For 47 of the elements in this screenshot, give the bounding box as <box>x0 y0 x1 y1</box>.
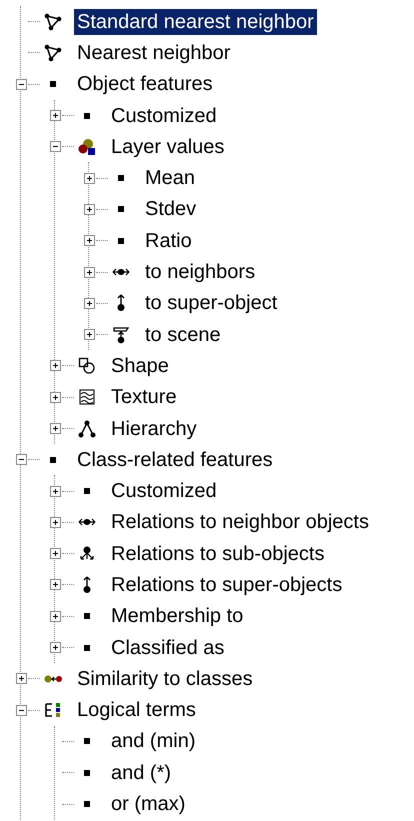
tree-item[interactable]: Texture <box>108 384 180 410</box>
tree-item[interactable]: Class-related features <box>74 446 276 473</box>
tree-item[interactable]: Stdev <box>142 196 200 222</box>
expander-toggle[interactable] <box>16 454 26 466</box>
expander-toggle[interactable] <box>84 204 94 215</box>
expander-toggle[interactable] <box>84 298 94 309</box>
tree-item[interactable]: Classified as <box>108 634 228 661</box>
expander-toggle[interactable] <box>84 235 94 246</box>
expander-toggle[interactable] <box>16 704 26 716</box>
expander-toggle[interactable] <box>16 78 26 90</box>
tree-item[interactable]: Shape <box>108 352 172 379</box>
tree-item[interactable]: Ratio <box>142 228 195 254</box>
expander-toggle[interactable] <box>50 579 60 590</box>
tree-item[interactable]: Relations to super-objects <box>108 572 346 598</box>
tree-item[interactable]: to neighbors <box>142 259 258 286</box>
tree-item[interactable]: Customized <box>108 478 220 504</box>
expander-toggle[interactable] <box>16 673 26 684</box>
expander-toggle[interactable] <box>50 486 60 497</box>
expander-toggle[interactable] <box>84 172 94 184</box>
tree-item[interactable]: and (*) <box>108 760 174 786</box>
tree-item[interactable]: to super-object <box>142 290 280 316</box>
expander-toggle[interactable] <box>50 360 60 372</box>
tree-item[interactable]: Nearest neighbor <box>74 40 234 66</box>
expander-toggle[interactable] <box>50 516 60 528</box>
tree-item[interactable]: Mean <box>142 165 198 192</box>
tree-item[interactable]: Layer values <box>108 134 228 160</box>
tree-item[interactable]: Logical terms <box>74 697 199 724</box>
tree-item[interactable]: Relations to neighbor objects <box>108 509 372 536</box>
tree-item[interactable]: and (min) <box>108 728 198 754</box>
tree-item[interactable]: or (max) <box>108 791 188 818</box>
tree-item[interactable]: Standard nearest neighbor <box>74 8 317 35</box>
expander-toggle[interactable] <box>84 329 94 340</box>
expander-toggle[interactable] <box>50 642 60 654</box>
expander-toggle[interactable] <box>50 610 60 622</box>
tree-item[interactable]: Object features <box>74 71 216 98</box>
expander-toggle[interactable] <box>84 266 94 278</box>
tree-item[interactable]: Similarity to classes <box>74 666 256 692</box>
tree-item[interactable]: Relations to sub-objects <box>108 540 328 567</box>
expander-toggle[interactable] <box>50 141 60 152</box>
expander-toggle[interactable] <box>50 392 60 403</box>
expander-toggle[interactable] <box>50 548 60 560</box>
tree-item[interactable]: Membership to <box>108 603 246 630</box>
expander-toggle[interactable] <box>50 110 60 122</box>
expander-toggle[interactable] <box>50 423 60 434</box>
tree-item[interactable]: Hierarchy <box>108 416 200 442</box>
tree-item[interactable]: Customized <box>108 102 220 129</box>
tree-item[interactable]: to scene <box>142 322 224 348</box>
